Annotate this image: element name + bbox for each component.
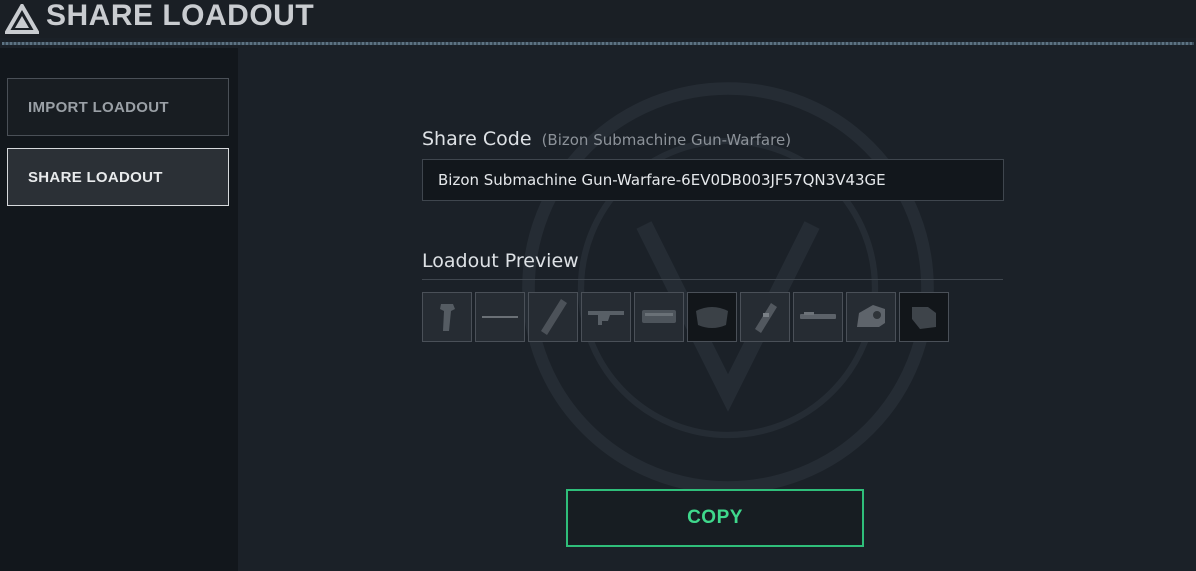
weapon-note: (Bizon Submachine Gun-Warfare): [541, 131, 792, 149]
slot-stock-pad[interactable]: [687, 292, 737, 342]
magazine-icon: [755, 303, 777, 333]
sight-icon: [857, 305, 885, 327]
rail-icon: [482, 316, 518, 318]
suppressor-icon: [541, 299, 567, 335]
stock-pad-icon: [696, 307, 728, 328]
share-loadout-button[interactable]: SHARE LOADOUT: [7, 148, 229, 206]
triangle-logo-icon: [5, 4, 39, 34]
slot-magazine[interactable]: [740, 292, 790, 342]
preview-divider: [422, 279, 1003, 280]
slot-rifle[interactable]: [581, 292, 631, 342]
import-loadout-button[interactable]: IMPORT LOADOUT: [7, 78, 229, 136]
header-divider: [0, 38, 1196, 48]
title-bar: SHARE LOADOUT: [0, 0, 1196, 38]
barrel-icon: [800, 312, 836, 319]
buttstock-icon: [912, 307, 936, 329]
slot-buttstock[interactable]: [899, 292, 949, 342]
page-title: SHARE LOADOUT: [46, 0, 315, 32]
receiver-icon: [642, 310, 676, 323]
slot-receiver[interactable]: [634, 292, 684, 342]
slot-rail[interactable]: [475, 292, 525, 342]
grip-icon: [440, 304, 455, 331]
share-code-title: Share Code: [422, 128, 532, 150]
sidebar: IMPORT LOADOUT SHARE LOADOUT: [0, 48, 238, 571]
slot-sight[interactable]: [846, 292, 896, 342]
rifle-icon: [588, 311, 624, 325]
slot-barrel[interactable]: [793, 292, 843, 342]
share-code-label: Share Code (Bizon Submachine Gun-Warfare…: [422, 128, 791, 150]
main-panel: Share Code (Bizon Submachine Gun-Warfare…: [238, 48, 1196, 571]
loadout-preview-slots: [422, 292, 949, 342]
slot-suppressor[interactable]: [528, 292, 578, 342]
loadout-preview-label: Loadout Preview: [422, 250, 579, 272]
share-code-field[interactable]: Bizon Submachine Gun-Warfare-6EV0DB003JF…: [422, 159, 1004, 201]
copy-button[interactable]: COPY: [566, 489, 864, 547]
slot-grip[interactable]: [422, 292, 472, 342]
